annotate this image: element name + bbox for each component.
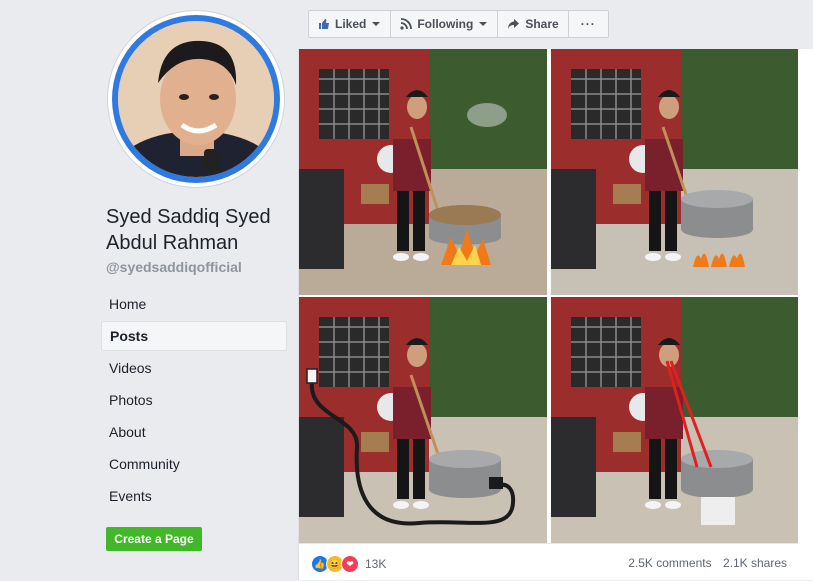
page-nav: Home Posts Videos Photos About Community… [101,289,287,513]
comments-count[interactable]: 2.5K comments [628,556,711,570]
thumbs-up-icon [319,19,329,29]
post-footer: 👍 😆 ❤ 13K 2.5K comments 2.1K shares [299,543,799,581]
nav-item-photos[interactable]: Photos [101,385,287,415]
page-sidebar: Syed Saddiq Syed Abdul Rahman @syedsaddi… [0,0,298,580]
following-label: Following [417,17,474,31]
chevron-down-icon [479,22,488,26]
page-handle[interactable]: @syedsaddiqofficial [106,259,242,275]
post-photo-2[interactable] [551,49,799,295]
post-card: 👍 😆 ❤ 13K 2.5K comments 2.1K shares [298,49,799,580]
post-stats: 2.5K comments 2.1K shares [620,556,787,570]
share-arrow-icon [508,19,520,29]
nav-item-community[interactable]: Community [101,449,287,479]
page-title: Syed Saddiq Syed Abdul Rahman [106,206,271,254]
post-photo-3[interactable] [299,297,547,543]
nav-item-events[interactable]: Events [101,481,287,511]
chevron-down-icon [372,22,381,26]
love-icon: ❤ [341,555,359,573]
share-button[interactable]: Share [497,10,569,38]
photo-grid [299,49,799,543]
reactions-summary[interactable]: 👍 😆 ❤ 13K [311,555,386,573]
share-label: Share [525,17,559,31]
post-photo-4[interactable] [551,297,799,543]
more-icon: ··· [580,17,596,31]
more-button[interactable]: ··· [567,10,609,38]
nav-item-about[interactable]: About [101,417,287,447]
post-photo-1[interactable] [299,49,547,295]
following-button[interactable]: Following [390,10,499,38]
right-column-edge [798,49,813,580]
liked-button[interactable]: Liked [308,10,392,38]
nav-item-posts[interactable]: Posts [101,321,287,351]
profile-picture[interactable] [108,11,284,187]
nav-item-home[interactable]: Home [101,289,287,319]
shares-count[interactable]: 2.1K shares [723,556,787,570]
page-action-bar: Liked Following Share ··· [308,10,609,38]
reaction-count: 13K [365,557,387,571]
main-column: Liked Following Share ··· 👍 😆 ❤ 13K 2.5K… [298,0,813,580]
liked-label: Liked [335,17,367,31]
rss-icon [400,18,413,30]
create-page-button[interactable]: Create a Page [106,527,202,551]
nav-item-videos[interactable]: Videos [101,353,287,383]
avatar [118,21,274,177]
